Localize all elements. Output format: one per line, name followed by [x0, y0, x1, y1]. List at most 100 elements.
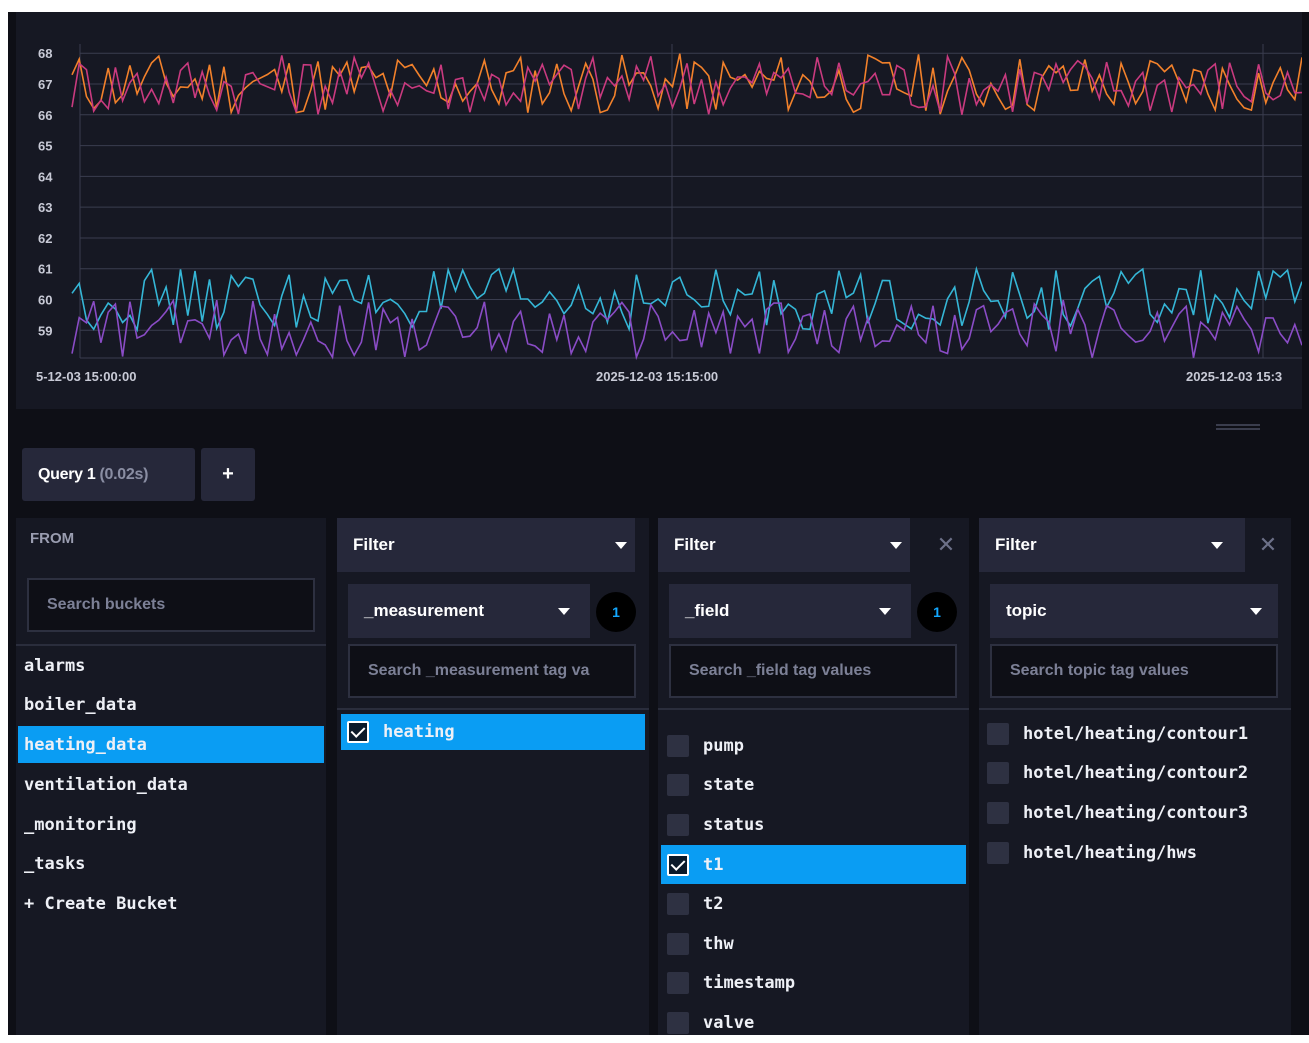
line-chart[interactable]: 68 67 66 65 64 63 62 61 60 59 5-12-03 15:00:00 2025…	[16, 12, 1302, 409]
checkbox[interactable]	[667, 932, 689, 955]
from-panel: FROM Search buckets alarms boiler_data hea…	[16, 518, 326, 1035]
filter-function-label: Filter	[353, 535, 395, 554]
tag-value-search-input[interactable]: Search _measurement tag va	[348, 644, 636, 698]
close-icon[interactable]: ✕	[1256, 533, 1280, 557]
close-icon[interactable]: ✕	[934, 533, 958, 557]
tag-value-item[interactable]: state	[661, 766, 966, 806]
tag-key-label: _measurement	[364, 601, 485, 620]
tag-value-item[interactable]: heating	[341, 714, 645, 750]
tag-key-select[interactable]: _measurement	[348, 584, 590, 638]
filter-panel-measurement: Filter _measurement 1 Search _measurement t…	[337, 518, 649, 1035]
tag-key-select[interactable]: _field	[669, 584, 911, 638]
tag-value-item[interactable]: hotel/heating/contour2	[979, 754, 1291, 794]
graph-panel[interactable]: 68 67 66 65 64 63 62 61 60 59 5-12-03 15:00:00 2025…	[16, 12, 1302, 409]
filter-panel-topic: Filter ✕ topic Search topic tag values hotel…	[979, 518, 1291, 1035]
tag-value-item[interactable]: hotel/heating/contour3	[979, 793, 1291, 833]
selected-count-badge: 1	[917, 592, 957, 632]
checkbox[interactable]	[987, 722, 1009, 745]
y-tick-label: 68	[38, 46, 52, 61]
y-tick-label: 61	[38, 262, 52, 277]
filter-function-select[interactable]: Filter	[979, 518, 1245, 572]
checkbox[interactable]	[667, 774, 689, 797]
panel-divider	[658, 708, 969, 710]
selected-count-badge: 1	[596, 592, 636, 632]
y-tick-label: 65	[38, 139, 52, 154]
tag-value-item[interactable]: status	[661, 805, 966, 845]
filter-function-label: Filter	[995, 535, 1037, 554]
check-icon[interactable]	[667, 853, 689, 876]
filter-function-label: Filter	[674, 535, 716, 554]
tag-value-item[interactable]: timestamp	[661, 964, 966, 1004]
checkbox[interactable]	[667, 813, 689, 836]
chevron-down-icon	[615, 542, 627, 549]
chevron-down-icon	[1250, 608, 1262, 615]
tag-key-select[interactable]: topic	[990, 584, 1278, 638]
tag-value-label: hotel/heating/contour1	[1023, 723, 1249, 744]
resize-handle[interactable]	[1216, 424, 1260, 430]
create-bucket-button[interactable]: + Create Bucket	[16, 884, 326, 924]
tag-value-search-input[interactable]: Search topic tag values	[990, 644, 1278, 698]
y-tick-label: 66	[38, 108, 52, 123]
tag-key-label: topic	[1006, 601, 1047, 620]
panel-divider	[979, 708, 1291, 710]
query-tab-time: (0.02s)	[99, 465, 149, 483]
chevron-down-icon	[890, 542, 902, 549]
checkbox[interactable]	[987, 801, 1009, 824]
tag-value-item[interactable]: hotel/heating/hws	[979, 833, 1291, 873]
tag-value-label: state	[703, 775, 755, 796]
bucket-item[interactable]: alarms	[16, 646, 326, 686]
tag-key-label: _field	[685, 601, 730, 620]
bucket-item[interactable]: heating_data	[18, 726, 324, 764]
tag-value-item[interactable]: valve	[661, 1003, 966, 1043]
tag-value-item[interactable]: t2	[661, 884, 966, 924]
y-tick-label: 62	[38, 231, 52, 246]
tag-value-list: pump state status t1 t2 thw timestamp valve	[658, 714, 969, 1043]
bucket-item[interactable]: _tasks	[16, 844, 326, 884]
checkbox[interactable]	[987, 762, 1009, 785]
tag-value-label: hotel/heating/hws	[1023, 842, 1197, 863]
chevron-down-icon	[558, 608, 570, 615]
y-tick-label: 63	[38, 200, 52, 215]
bucket-item[interactable]: _monitoring	[16, 805, 326, 845]
bucket-item[interactable]: ventilation_data	[16, 765, 326, 805]
chevron-down-icon	[879, 608, 891, 615]
tag-value-label: hotel/heating/contour2	[1023, 763, 1249, 784]
tag-value-label: thw	[703, 933, 734, 954]
tag-value-label: status	[703, 814, 765, 835]
search-buckets-input[interactable]: Search buckets	[27, 578, 315, 632]
tag-value-item[interactable]: t1	[661, 844, 966, 885]
checkbox[interactable]	[667, 893, 689, 916]
checkbox[interactable]	[667, 734, 689, 757]
series-line	[71, 298, 1302, 361]
tag-value-item[interactable]: pump	[661, 726, 966, 766]
filter-panel-field: Filter ✕ _field 1 Search _field tag values pu…	[658, 518, 969, 1035]
tag-value-label: timestamp	[703, 973, 796, 994]
tag-value-list: heating	[337, 714, 649, 750]
tag-value-item[interactable]: hotel/heating/contour1	[979, 714, 1291, 754]
filter-function-select[interactable]: Filter	[658, 518, 910, 572]
tag-value-label: hotel/heating/contour3	[1023, 802, 1249, 823]
checkbox[interactable]	[667, 972, 689, 995]
y-tick-label: 64	[38, 169, 53, 184]
add-query-button[interactable]: +	[201, 448, 255, 501]
x-tick-label: 2025-12-03 15:3	[1186, 369, 1282, 384]
x-tick-label: 5-12-03 15:00:00	[36, 369, 136, 384]
y-tick-label: 60	[38, 293, 52, 308]
bucket-list: alarms boiler_data heating_data ventilation…	[16, 646, 326, 924]
checkbox[interactable]	[987, 841, 1009, 864]
panel-divider	[337, 708, 649, 710]
y-tick-label: 59	[38, 323, 52, 338]
bucket-item[interactable]: boiler_data	[16, 686, 326, 726]
chevron-down-icon	[1211, 542, 1223, 549]
tag-value-list: hotel/heating/contour1 hotel/heating/cont…	[979, 714, 1291, 872]
checkbox[interactable]	[667, 1011, 689, 1034]
filter-function-select[interactable]: Filter	[337, 518, 635, 572]
x-tick-label: 2025-12-03 15:15:00	[596, 369, 718, 384]
check-icon[interactable]	[347, 721, 369, 743]
tag-value-label: pump	[703, 735, 744, 756]
query-tab-label: Query 1	[38, 465, 96, 483]
tag-value-item[interactable]: thw	[661, 924, 966, 964]
tag-value-search-input[interactable]: Search _field tag values	[669, 644, 957, 698]
tag-value-label: t2	[703, 894, 724, 915]
query-tab[interactable]: Query 1 (0.02s)	[22, 448, 195, 501]
